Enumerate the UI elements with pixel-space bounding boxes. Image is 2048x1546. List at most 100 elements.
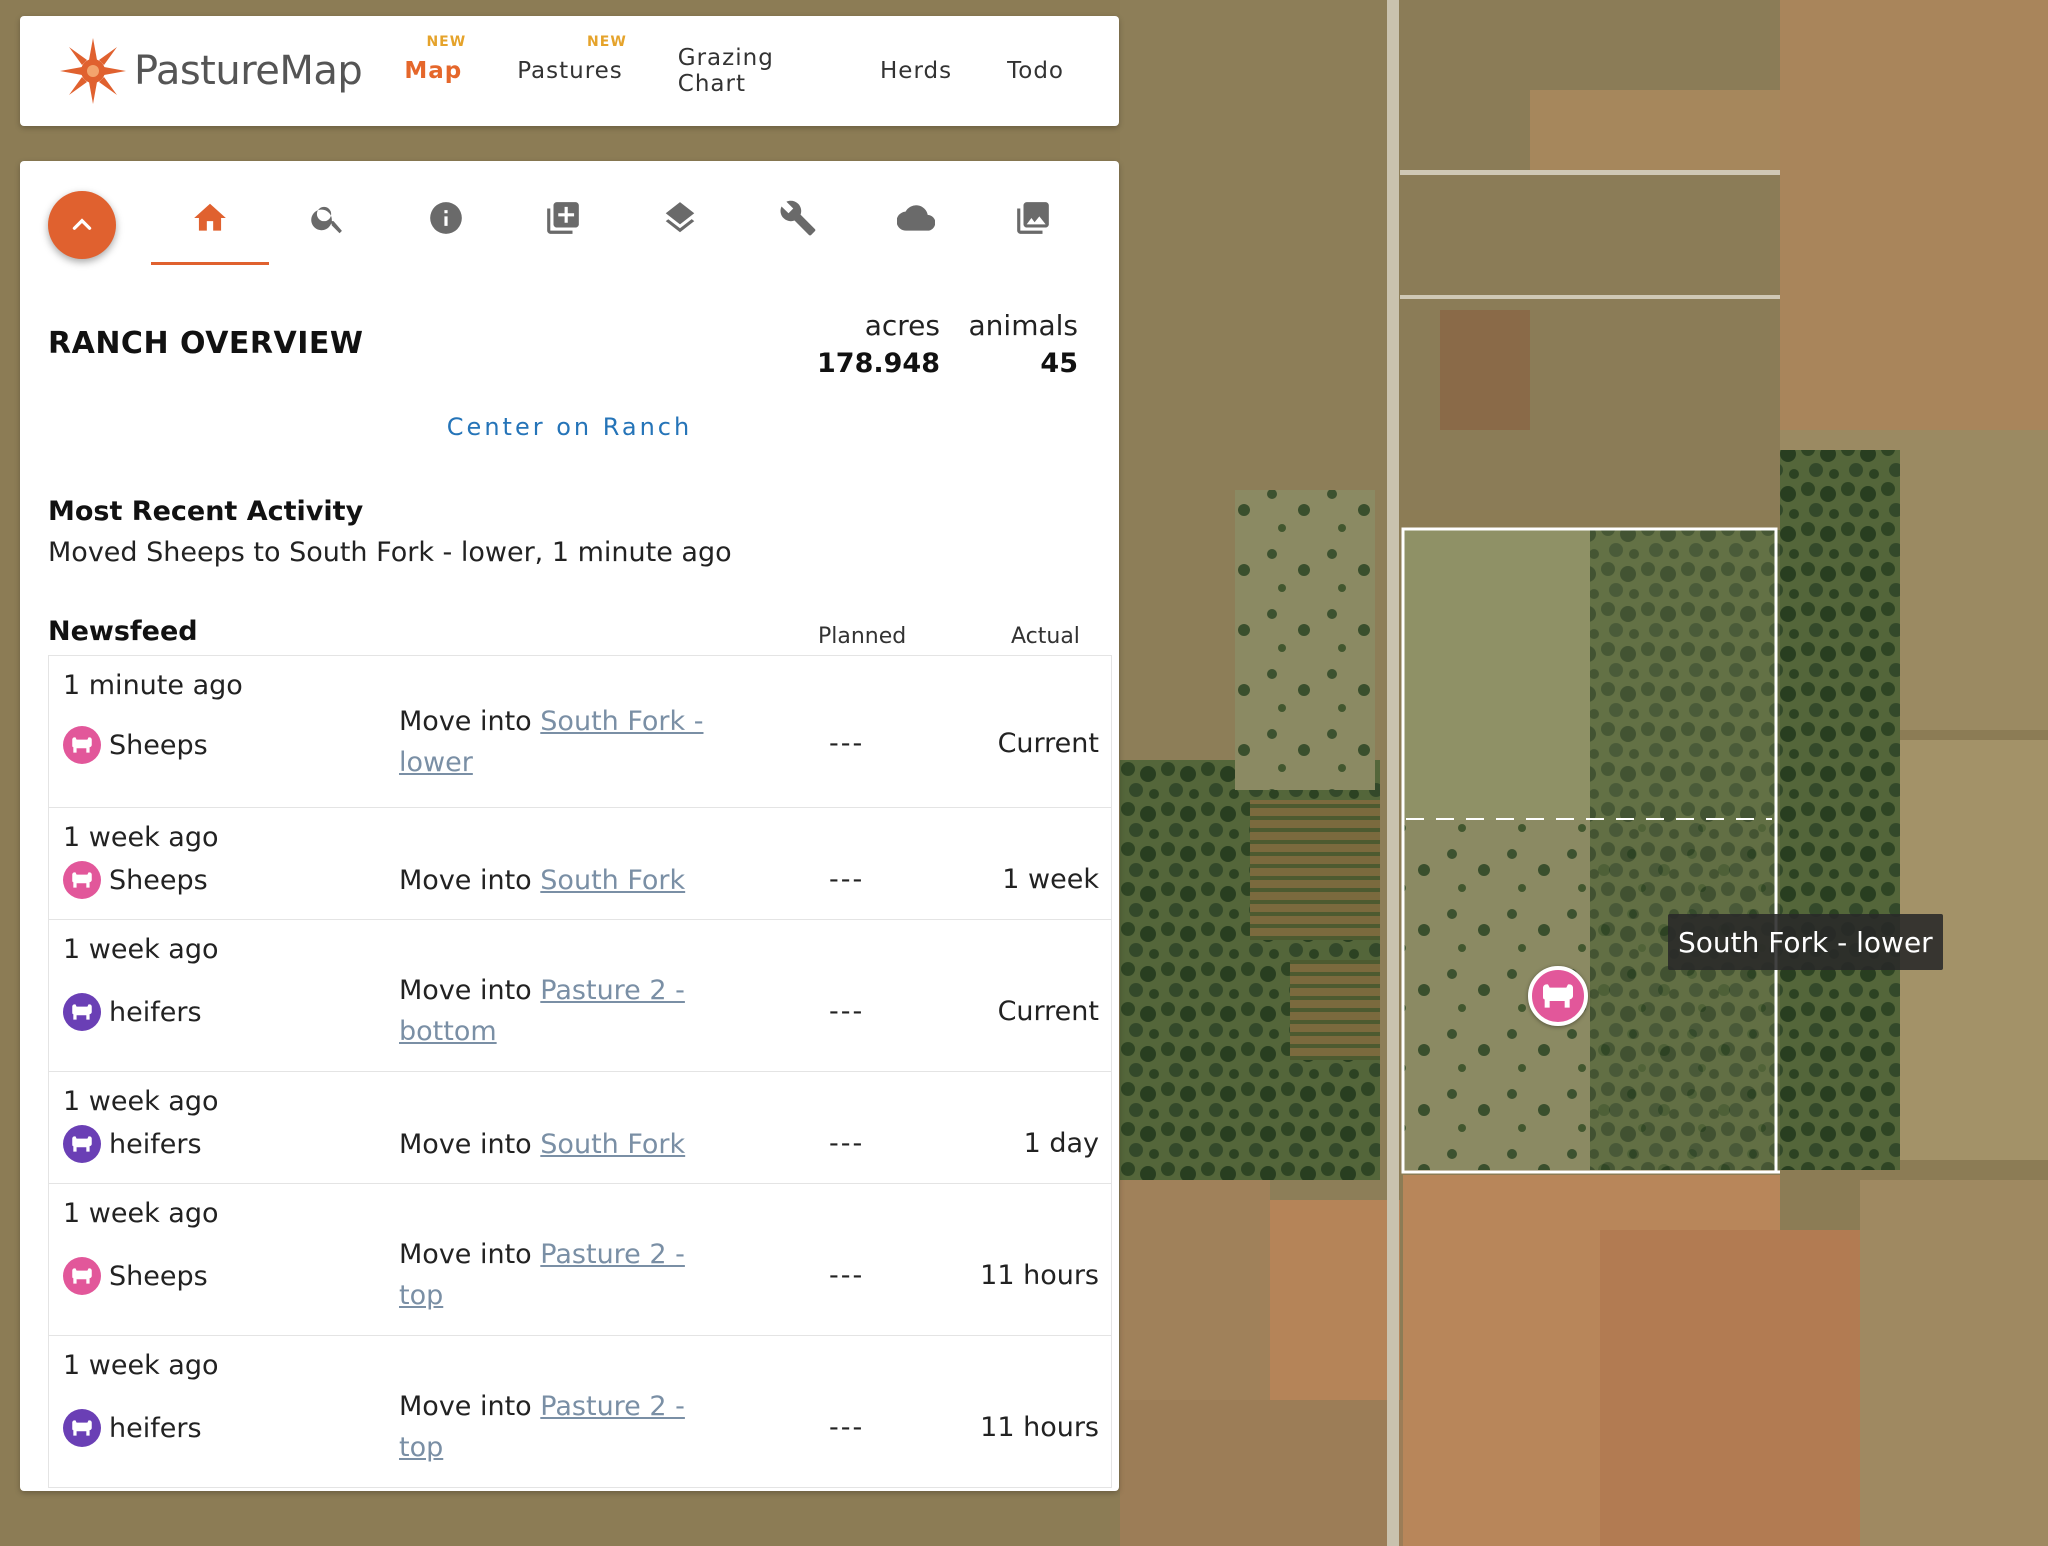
herd[interactable]: heifers — [63, 1125, 202, 1163]
cow-icon — [1543, 984, 1573, 1008]
newsfeed-list: 1 minute ago Sheeps Move into South Fork… — [48, 655, 1112, 1488]
tab-photos[interactable] — [974, 199, 1092, 249]
search-icon — [311, 206, 342, 234]
planned-value: --- — [829, 1260, 865, 1291]
actual-value: 11 hours — [980, 1412, 1099, 1443]
herd[interactable]: Sheeps — [63, 861, 208, 899]
nav-grazing-chart[interactable]: Grazing Chart — [678, 45, 825, 97]
herd-name: heifers — [109, 1128, 202, 1160]
planned-value: --- — [829, 864, 865, 895]
top-nav-bar: PastureMap NEW Map NEW Pastures Grazing … — [20, 16, 1119, 126]
nav-grazing-chart-label: Grazing Chart — [677, 45, 774, 97]
action-text: Move into — [399, 1391, 541, 1422]
panel-toolbar — [20, 161, 1119, 271]
planned-value: --- — [829, 1412, 865, 1443]
center-on-ranch-link[interactable]: Center on Ranch — [20, 413, 1119, 441]
event-time: 1 minute ago — [63, 670, 243, 701]
newsfeed-row: 1 week ago heifers Move into South Fork … — [48, 1072, 1112, 1184]
acres-stat: acres 178.948 — [817, 309, 940, 379]
actual-value: 1 day — [1023, 1128, 1099, 1159]
tab-weather[interactable] — [857, 199, 975, 249]
brand-logo[interactable]: PastureMap — [58, 36, 363, 106]
new-badge: NEW — [587, 34, 627, 50]
event-time: 1 week ago — [63, 1198, 219, 1229]
herd[interactable]: heifers — [63, 993, 202, 1031]
acres-value: 178.948 — [817, 348, 940, 379]
nav-map-label: Map — [404, 58, 463, 84]
cow-icon — [63, 1125, 101, 1163]
actual-value: 1 week — [1002, 864, 1099, 895]
planned-value: --- — [829, 728, 865, 759]
cow-icon — [63, 726, 101, 764]
tab-add-layer[interactable] — [504, 199, 622, 249]
animals-label: animals — [968, 309, 1078, 342]
new-badge: NEW — [426, 34, 467, 50]
herd-name: Sheeps — [109, 1260, 208, 1292]
event-time: 1 week ago — [63, 822, 219, 853]
tab-layers[interactable] — [621, 199, 739, 249]
cow-icon — [63, 861, 101, 899]
info-icon — [430, 202, 462, 234]
newsfeed-row: 1 week ago Sheeps Move into Pasture 2 - … — [48, 1184, 1112, 1336]
event-time: 1 week ago — [63, 1350, 219, 1381]
main-nav: NEW Map NEW Pastures Grazing Chart Herds… — [404, 16, 1119, 126]
actual-value: Current — [997, 996, 1099, 1027]
event-time: 1 week ago — [63, 1086, 219, 1117]
herd[interactable]: Sheeps — [63, 726, 208, 764]
cow-icon — [63, 993, 101, 1031]
herd-name: Sheeps — [109, 864, 208, 896]
ranch-overview-title: RANCH OVERVIEW — [48, 326, 364, 361]
herd-name: heifers — [109, 1412, 202, 1444]
tab-tools[interactable] — [739, 199, 857, 249]
nav-pastures-label: Pastures — [517, 58, 623, 84]
move-action: Move into South Fork - lower — [399, 701, 729, 783]
pasture-link[interactable]: South Fork — [540, 1129, 685, 1160]
planned-value: --- — [829, 1128, 865, 1159]
newsfeed-row: 1 minute ago Sheeps Move into South Fork… — [48, 656, 1112, 808]
cloud-icon — [897, 205, 935, 231]
herd[interactable]: heifers — [63, 1409, 202, 1447]
animals-value: 45 — [1040, 348, 1078, 379]
move-action: Move into Pasture 2 - top — [399, 1234, 729, 1316]
collapse-panel-button[interactable] — [48, 191, 116, 259]
move-action: Move into Pasture 2 - bottom — [399, 970, 729, 1052]
cow-icon — [63, 1257, 101, 1295]
acres-label: acres — [864, 309, 940, 342]
nav-todo-label: Todo — [1007, 58, 1064, 84]
event-time: 1 week ago — [63, 934, 219, 965]
wrench-icon — [780, 200, 816, 236]
layers-icon — [665, 202, 695, 233]
actual-value: 11 hours — [980, 1260, 1099, 1291]
action-text: Move into — [399, 975, 541, 1006]
tab-info[interactable] — [387, 199, 505, 249]
actual-column-header: Actual — [1011, 624, 1080, 649]
nav-pastures[interactable]: NEW Pastures — [517, 34, 626, 84]
nav-herds[interactable]: Herds — [880, 58, 952, 84]
brand-name: PastureMap — [134, 48, 363, 94]
action-text: Move into — [399, 865, 541, 896]
herd-name: Sheeps — [109, 729, 208, 761]
actual-value: Current — [997, 728, 1099, 759]
nav-herds-label: Herds — [880, 58, 953, 84]
home-icon — [194, 203, 226, 231]
add-layer-icon — [547, 202, 579, 234]
action-text: Move into — [399, 1129, 541, 1160]
nav-map[interactable]: NEW Map — [404, 34, 465, 84]
photo-library-icon — [1017, 202, 1049, 234]
newsfeed-row: 1 week ago Sheeps Move into South Fork -… — [48, 808, 1112, 920]
cow-icon — [63, 1409, 101, 1447]
newsfeed-row: 1 week ago heifers Move into Pasture 2 -… — [48, 920, 1112, 1072]
herd-marker[interactable] — [1528, 966, 1588, 1026]
ranch-panel: RANCH OVERVIEW acres 178.948 animals 45 … — [20, 161, 1119, 1491]
nav-todo[interactable]: Todo — [1007, 58, 1064, 84]
chevron-up-icon — [72, 218, 92, 230]
action-text: Move into — [399, 706, 541, 737]
sun-logo-icon — [60, 38, 126, 104]
tab-home[interactable] — [151, 199, 269, 265]
tab-search[interactable] — [269, 199, 387, 249]
herd[interactable]: Sheeps — [63, 1257, 208, 1295]
herd-name: heifers — [109, 996, 202, 1028]
pasture-link[interactable]: South Fork — [540, 865, 685, 896]
animals-stat: animals 45 — [969, 309, 1078, 379]
action-text: Move into — [399, 1239, 541, 1270]
